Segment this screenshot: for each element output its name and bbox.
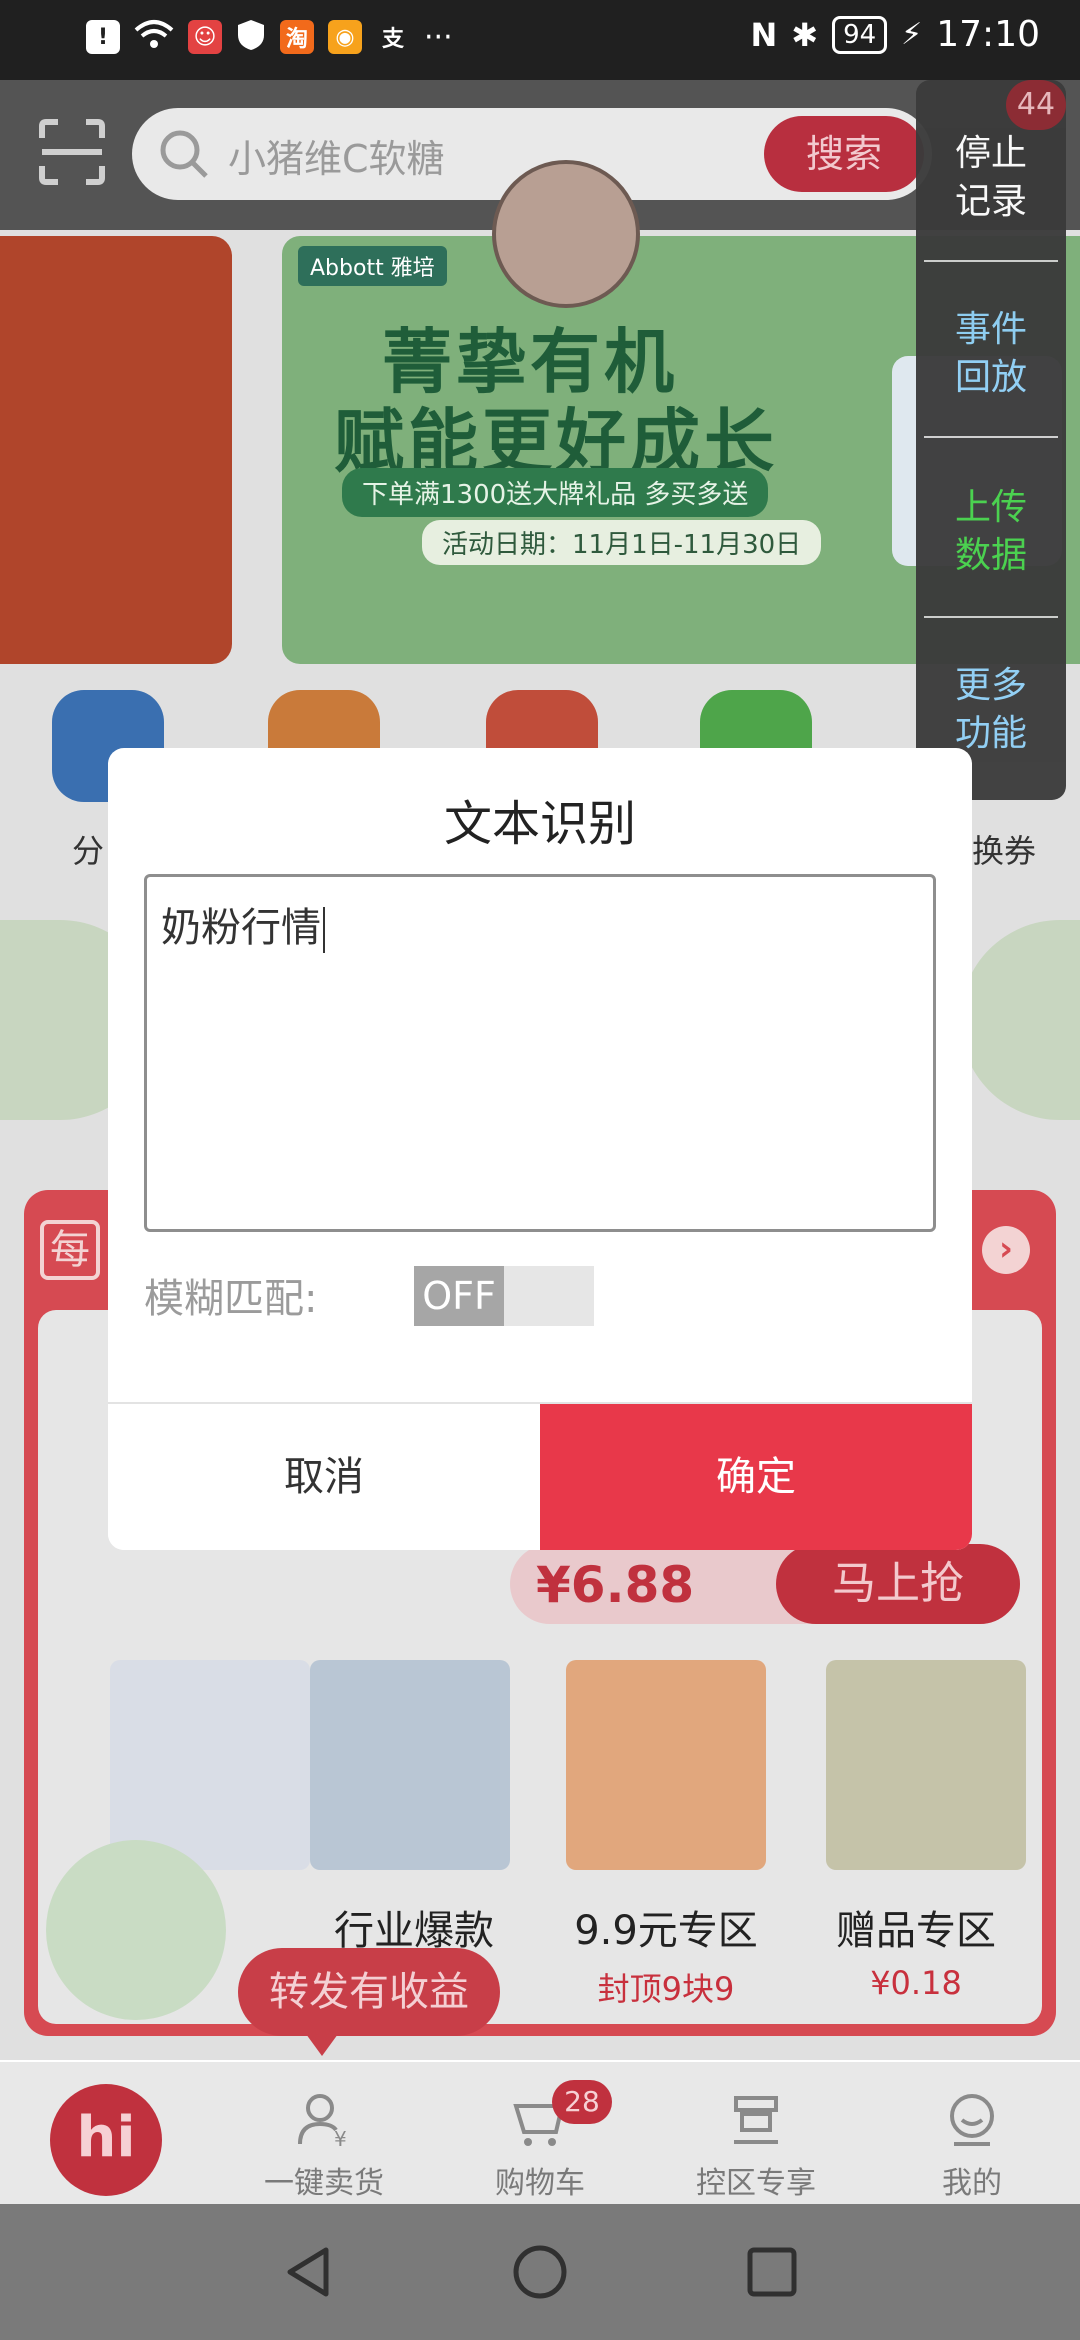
confirm-button[interactable]: 确定	[540, 1404, 972, 1550]
taobao-icon: 淘	[280, 20, 314, 54]
toggle-state: OFF	[414, 1266, 504, 1326]
recognized-text-value: 奶粉行情	[161, 905, 321, 951]
text-caret	[323, 907, 325, 953]
bottom-tab-bar: hi ¥ 一键卖货 28 购物车 控区专享 我的	[0, 2062, 1080, 2204]
mascot-avatar[interactable]	[492, 160, 640, 308]
deal-price-pill: ¥6.88 马上抢	[510, 1544, 1020, 1624]
nfc-icon: N	[750, 15, 778, 54]
alipay-icon: 支	[381, 27, 404, 52]
category-label-right: 换券	[972, 832, 1037, 870]
tab-exclusive[interactable]: 控区专享	[666, 2092, 846, 2204]
status-right-icons: N ✱ 94 ⚡ 17:10	[750, 14, 1040, 55]
product-image[interactable]	[566, 1660, 766, 1870]
buy-now-button[interactable]: 马上抢	[776, 1544, 1020, 1624]
battery-indicator: 94	[832, 15, 888, 54]
alert-icon: !	[86, 20, 120, 54]
side-divider	[924, 260, 1058, 262]
status-bar: ! ☺ 淘 ◉ 支 ··· N ✱ 94 ⚡ 17:10	[0, 0, 1080, 80]
user-sell-icon: ¥	[296, 2092, 352, 2151]
deal-price: ¥6.88	[536, 1556, 695, 1614]
product-image[interactable]	[310, 1660, 510, 1870]
recents-icon[interactable]	[742, 2242, 802, 2302]
hipp-promo-badge[interactable]	[46, 1840, 226, 2020]
tab-label: 控区专享	[696, 2166, 816, 2201]
chevron-right-icon[interactable]: ›	[982, 1226, 1030, 1274]
exclusive-icon	[728, 2092, 784, 2148]
product-sub: ¥0.18	[870, 1964, 962, 2002]
tab-cart[interactable]: 28 购物车	[450, 2080, 630, 2204]
recorder-side-panel: 停止 记录 事件 回放 上传 数据 更多 功能	[916, 80, 1066, 800]
shield-icon	[236, 18, 266, 56]
more-functions-button[interactable]: 更多 功能	[916, 662, 1066, 758]
flash-sale-icon: 每	[40, 1220, 100, 1280]
banner-promo: 下单满1300送大牌礼品 多买多送	[342, 468, 769, 517]
banner-dates: 活动日期：11月1日-11月30日	[422, 520, 822, 565]
text-recognition-dialog: 文本识别 奶粉行情 模糊匹配: OFF 取消 确定	[108, 748, 972, 1550]
event-replay-button[interactable]: 事件 回放	[916, 306, 1066, 402]
banner-left-partial[interactable]	[0, 236, 232, 664]
home-circle-icon[interactable]	[510, 2242, 570, 2302]
tab-sell[interactable]: ¥ 一键卖货	[234, 2092, 414, 2204]
product-image[interactable]	[110, 1660, 310, 1870]
more-notifications-icon: ···	[424, 19, 453, 55]
stop-record-button[interactable]: 停止 记录	[916, 130, 1066, 226]
cart-badge: 28	[552, 2080, 612, 2124]
bluetooth-icon: ✱	[791, 15, 819, 54]
profile-icon	[944, 2092, 1000, 2148]
notification-badge: 44	[1006, 80, 1066, 130]
search-button[interactable]: 搜索	[764, 116, 924, 192]
product-label[interactable]: 9.9元专区	[536, 1898, 796, 1956]
fuzzy-match-label: 模糊匹配:	[144, 1276, 318, 1322]
product-image[interactable]	[826, 1660, 1026, 1870]
scan-icon[interactable]	[38, 118, 106, 186]
banner-brand: Abbott 雅培	[298, 246, 447, 286]
upload-data-button[interactable]: 上传 数据	[916, 484, 1066, 580]
svg-text:¥: ¥	[334, 2127, 347, 2148]
back-icon[interactable]	[280, 2242, 340, 2302]
side-divider	[924, 616, 1058, 618]
dialog-title: 文本识别	[443, 796, 636, 852]
clock: 17:10	[936, 14, 1040, 55]
tab-label: 我的	[942, 2166, 1002, 2201]
tab-mine[interactable]: 我的	[882, 2092, 1062, 2204]
category-label-left: 分	[72, 832, 105, 870]
product-sub: 封顶9块9	[597, 1970, 735, 2008]
system-nav-bar	[0, 2204, 1080, 2340]
recognized-text-input[interactable]: 奶粉行情	[144, 874, 936, 1232]
search-placeholder[interactable]: 小猪维C软糖	[228, 128, 445, 183]
status-left-icons: ! ☺ 淘 ◉ 支 ···	[86, 18, 453, 56]
side-divider	[924, 436, 1058, 438]
cancel-button[interactable]: 取消	[108, 1404, 540, 1550]
wifi-icon	[134, 18, 174, 56]
fuzzy-match-toggle[interactable]: OFF	[414, 1266, 594, 1326]
forward-earn-button[interactable]: 转发有收益	[238, 1948, 500, 2056]
search-icon	[158, 128, 210, 180]
tab-label: 一键卖货	[264, 2166, 384, 2201]
app-notification-icon: ☺	[188, 20, 222, 54]
charging-icon: ⚡	[901, 17, 923, 52]
product-label[interactable]: 赠品专区	[786, 1898, 1046, 1956]
tab-label: 购物车	[495, 2166, 585, 2201]
app-orange-icon: ◉	[328, 20, 362, 54]
home-tab[interactable]: hi	[50, 2084, 162, 2196]
